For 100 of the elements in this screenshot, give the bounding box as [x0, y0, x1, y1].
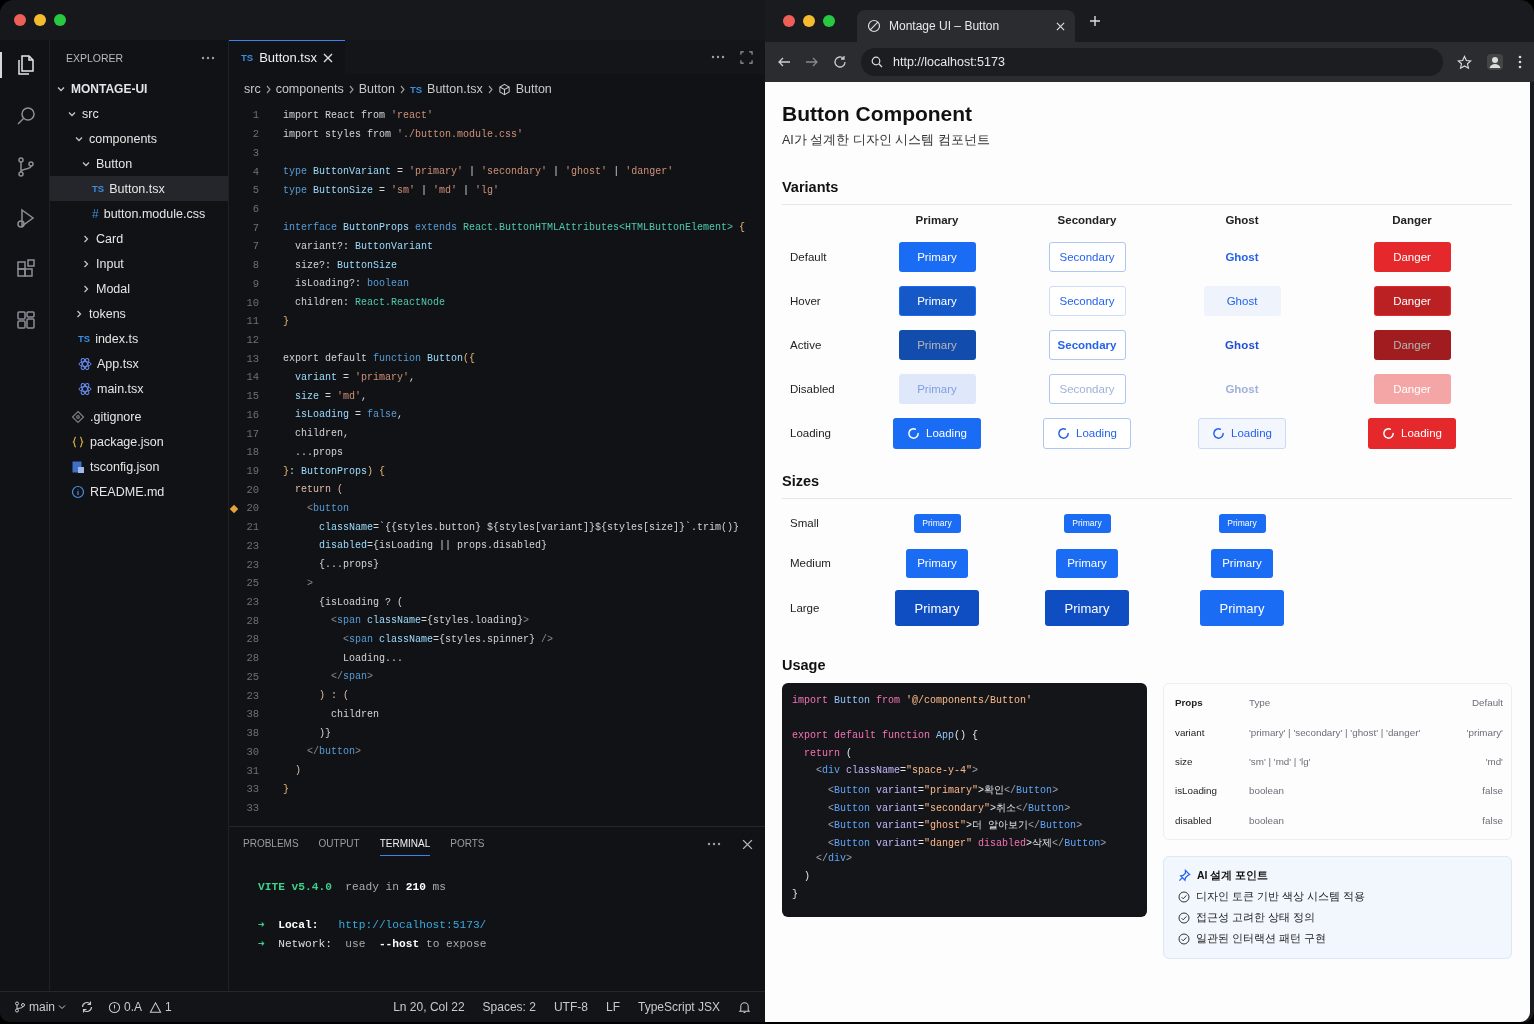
folder-item[interactable]: Button: [50, 151, 228, 176]
code-line: import React from 'react': [282, 109, 434, 121]
code-line: Loading...: [342, 652, 404, 664]
demo-button[interactable]: Ghost: [1203, 330, 1281, 360]
code-line: <Button variant="primary">확인</Button>: [827, 784, 1059, 796]
demo-button[interactable]: Primary: [913, 513, 961, 533]
demo-button[interactable]: Primary: [1045, 590, 1129, 626]
file-item[interactable]: TS Button.tsx: [50, 176, 228, 201]
menu-icon[interactable]: [1518, 55, 1522, 69]
zoom-light[interactable]: [54, 14, 66, 26]
breadcrumb[interactable]: Button: [497, 82, 552, 96]
new-tab-icon[interactable]: [1089, 15, 1101, 27]
bell-icon[interactable]: [738, 1000, 751, 1014]
demo-button[interactable]: Primary: [1056, 548, 1118, 578]
code-line: return (: [294, 484, 343, 496]
folder-item[interactable]: MONTAGE-UI: [50, 76, 228, 101]
demo-button[interactable]: Primary: [898, 330, 976, 360]
folder-item[interactable]: Modal: [50, 276, 228, 301]
status-item[interactable]: UTF-8: [553, 1000, 588, 1014]
file-item[interactable]: .gitignore: [50, 404, 228, 429]
sync-icon[interactable]: [80, 1000, 94, 1014]
folder-item[interactable]: Card: [50, 226, 228, 251]
demo-button[interactable]: Primary: [906, 548, 968, 578]
demo-button[interactable]: Primary: [895, 590, 979, 626]
file-item[interactable]: main.tsx: [50, 376, 228, 401]
file-item[interactable]: package.json: [50, 429, 228, 454]
loading-button[interactable]: Loading: [893, 417, 981, 449]
table-cell-text: size: [1175, 755, 1194, 767]
breadcrumb[interactable]: src: [244, 82, 261, 96]
code-line: <span className={styles.spinner} />: [342, 634, 554, 645]
close-light[interactable]: [14, 14, 26, 26]
code-line: }: [282, 783, 289, 795]
row-label: Large: [789, 602, 821, 614]
close-icon[interactable]: [322, 52, 333, 63]
demo-button[interactable]: Primary: [1218, 513, 1266, 533]
close-light[interactable]: [783, 15, 795, 27]
close-icon[interactable]: [1056, 21, 1065, 31]
status-item[interactable]: TypeScript JSX: [637, 1000, 720, 1014]
column-header: Primary: [914, 213, 960, 228]
code-line: </button>: [306, 746, 362, 758]
demo-button[interactable]: Primary: [1211, 548, 1273, 578]
demo-button[interactable]: Secondary: [1048, 330, 1126, 360]
status-item[interactable]: Spaces: 2: [482, 1000, 536, 1014]
code-line: <Button variant="ghost">더 알아보기</Button>: [827, 820, 1083, 832]
line-number: 20: [229, 502, 259, 515]
close-icon[interactable]: [742, 838, 753, 850]
demo-button[interactable]: Primary: [898, 242, 976, 272]
code-line: ) : (: [318, 690, 349, 702]
folder-item[interactable]: components: [50, 126, 228, 151]
zoom-light[interactable]: [823, 15, 835, 27]
loading-button[interactable]: Loading: [1043, 417, 1131, 449]
star-icon[interactable]: [1457, 54, 1472, 70]
address-bar[interactable]: http://localhost:5173: [861, 48, 1443, 76]
demo-button[interactable]: Primary: [898, 286, 976, 316]
minimize-light[interactable]: [34, 14, 46, 26]
breadcrumb[interactable]: TS Button.tsx: [409, 82, 483, 96]
breadcrumb[interactable]: components: [275, 82, 344, 96]
file-item[interactable]: # button.module.css: [50, 201, 228, 226]
row-label: Default: [789, 251, 828, 263]
panel-tab[interactable]: TERMINAL: [379, 832, 431, 856]
demo-button[interactable]: Danger: [1373, 286, 1451, 316]
file-item[interactable]: README.md: [50, 479, 228, 504]
panel-tab[interactable]: PORTS: [450, 832, 485, 856]
branch-indicator[interactable]: main: [14, 1000, 66, 1014]
panel-tab[interactable]: OUTPUT: [318, 832, 360, 856]
breadcrumb[interactable]: Button: [358, 82, 395, 96]
loading-button[interactable]: Loading: [1198, 417, 1286, 449]
row-label: Disabled: [789, 383, 836, 395]
forward-icon[interactable]: [805, 55, 819, 69]
demo-button[interactable]: Secondary: [1048, 242, 1126, 272]
reload-icon[interactable]: [833, 55, 847, 69]
line-number: 16: [245, 408, 259, 421]
profile-icon[interactable]: [1486, 53, 1504, 71]
code-line: {isLoading ? (: [318, 596, 404, 608]
status-item[interactable]: LF: [605, 1000, 620, 1014]
file-item[interactable]: TS index.ts: [50, 326, 228, 351]
demo-button[interactable]: Primary: [1063, 513, 1111, 533]
back-icon[interactable]: [777, 55, 791, 69]
file-item[interactable]: App.tsx: [50, 351, 228, 376]
line-number: 19: [245, 465, 259, 477]
problems-indicator[interactable]: 0.A 1: [108, 1000, 172, 1014]
folder-item[interactable]: src: [50, 101, 228, 126]
demo-button[interactable]: Ghost: [1203, 286, 1281, 316]
line-number: 3: [251, 146, 259, 159]
file-item[interactable]: tsconfig.json: [50, 454, 228, 479]
demo-button[interactable]: Danger: [1373, 242, 1451, 272]
status-item[interactable]: Ln 20, Col 22: [393, 1000, 465, 1014]
demo-button[interactable]: Ghost: [1203, 242, 1281, 272]
panel-tab[interactable]: PROBLEMS: [243, 832, 299, 856]
column-header: Default: [1471, 697, 1503, 709]
folder-item[interactable]: tokens: [50, 301, 228, 326]
demo-button[interactable]: Secondary: [1048, 286, 1126, 316]
browser-tab[interactable]: Montage UI – Button: [857, 10, 1075, 42]
demo-button[interactable]: Primary: [1200, 590, 1284, 626]
loading-button[interactable]: Loading: [1368, 417, 1456, 449]
folder-item[interactable]: Input: [50, 251, 228, 276]
line-number: 38: [245, 708, 259, 721]
demo-button[interactable]: Danger: [1373, 330, 1451, 360]
minimize-light[interactable]: [803, 15, 815, 27]
line-number: 12: [245, 334, 259, 346]
